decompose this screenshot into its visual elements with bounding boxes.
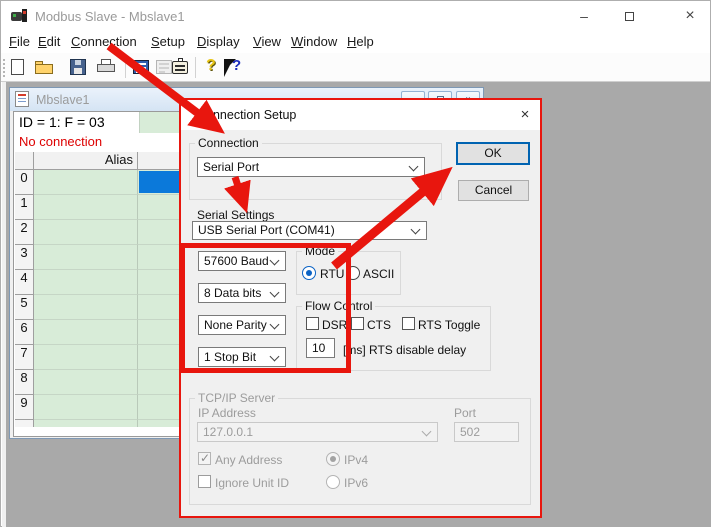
ok-button[interactable]: OK (456, 142, 530, 165)
ip-address-label: IP Address (198, 406, 256, 420)
ignore-unit-id-label: Ignore Unit ID (215, 476, 289, 490)
id-function-text: ID = 1: F = 03 (19, 114, 105, 130)
minimize-button[interactable]: – (562, 1, 606, 31)
connection-type-select[interactable]: Serial Port (197, 157, 425, 177)
context-help-icon[interactable]: ? (222, 57, 244, 78)
rts-delay-label: [ms] RTS disable delay (343, 343, 466, 357)
rts-toggle-checkbox[interactable] (402, 317, 415, 330)
toolbar-separator (125, 57, 126, 78)
new-file-icon[interactable] (7, 57, 29, 78)
toolbar-grip (3, 59, 6, 77)
menu-bar: File Edit Connection Setup Display View … (1, 31, 710, 53)
close-icon: × (521, 106, 530, 123)
ascii-label: ASCII (363, 267, 394, 281)
radio-dot-icon (330, 456, 336, 462)
connection-group-label: Connection (195, 136, 262, 150)
row-header: 1 (15, 195, 34, 220)
dialog-close-button[interactable]: × (514, 105, 536, 125)
port-input: 502 (454, 422, 519, 442)
print-icon[interactable] (95, 57, 117, 78)
window-title: Modbus Slave - Mbslave1 (35, 9, 185, 24)
connection-type-value: Serial Port (203, 160, 259, 174)
alias-cell[interactable] (34, 395, 138, 420)
row-header: 7 (15, 345, 34, 370)
any-address-label: Any Address (215, 453, 282, 467)
app-icon (10, 8, 27, 24)
cts-label: CTS (367, 318, 391, 332)
serial-port-select[interactable]: USB Serial Port (COM41) (192, 221, 427, 240)
modbus-slave-window: Modbus Slave - Mbslave1 – × File Edit Co… (0, 0, 711, 527)
title-bar: Modbus Slave - Mbslave1 – × (1, 1, 710, 31)
open-file-icon[interactable] (33, 57, 55, 78)
menu-help[interactable]: Help (347, 34, 374, 49)
alias-cell[interactable] (34, 370, 138, 395)
row-header: 8 (15, 370, 34, 395)
menu-file[interactable]: File (9, 34, 30, 49)
alias-cell[interactable] (34, 320, 138, 345)
maximize-button[interactable] (608, 1, 652, 31)
help-icon[interactable]: ? (201, 57, 223, 78)
tcpip-group-label: TCP/IP Server (195, 391, 278, 405)
row-header: 5 (15, 295, 34, 320)
dialog-title-bar: Connection Setup × (181, 100, 540, 130)
rts-toggle-label: RTS Toggle (418, 318, 480, 332)
menu-edit[interactable]: Edit (38, 34, 60, 49)
menu-setup[interactable]: Setup (151, 34, 185, 49)
ip-address-value: 127.0.0.1 (203, 425, 253, 439)
alias-cell[interactable] (34, 220, 138, 245)
serial-settings-label: Serial Settings (197, 208, 274, 222)
toolbar-separator (195, 57, 196, 78)
dialog-title: Connection Setup (197, 108, 296, 122)
minimize-icon: – (580, 8, 588, 24)
chevron-down-icon (409, 162, 419, 172)
ipv4-radio (326, 452, 340, 466)
alias-cell[interactable] (34, 270, 138, 295)
row-header: 2 (15, 220, 34, 245)
document-icon (15, 91, 29, 107)
corner-header-cell (15, 152, 34, 170)
ipv4-label: IPv4 (344, 453, 368, 467)
row-header: 3 (15, 245, 34, 270)
alias-cell[interactable] (34, 195, 138, 220)
ipv6-radio (326, 475, 340, 489)
alias-cell[interactable] (34, 295, 138, 320)
row-header: 6 (15, 320, 34, 345)
close-icon: × (685, 7, 694, 24)
menu-display[interactable]: Display (197, 34, 240, 49)
any-address-checkbox: ✓ (198, 452, 211, 465)
maximize-icon (625, 12, 634, 21)
menu-view[interactable]: View (253, 34, 281, 49)
save-file-icon[interactable] (67, 57, 89, 78)
ignore-unit-id-checkbox (198, 475, 211, 488)
communication-traffic-icon[interactable] (169, 57, 191, 78)
status-text: No connection (19, 134, 102, 149)
serial-settings-highlight-box (180, 243, 351, 373)
serial-port-value: USB Serial Port (COM41) (198, 223, 335, 237)
menu-window[interactable]: Window (291, 34, 337, 49)
ipv6-label: IPv6 (344, 476, 368, 490)
alias-cell[interactable] (34, 345, 138, 370)
check-icon: ✓ (200, 451, 210, 465)
document-title: Mbslave1 (36, 93, 90, 107)
alias-header-cell: Alias (34, 152, 138, 170)
alias-cell[interactable] (34, 245, 138, 270)
display-definition-icon[interactable] (130, 57, 152, 78)
chevron-down-icon (422, 427, 432, 437)
toolbar: ? ? (1, 53, 710, 82)
close-button[interactable]: × (668, 1, 711, 31)
row-header: 4 (15, 270, 34, 295)
menu-connection[interactable]: Connection (71, 34, 137, 49)
chevron-down-icon (411, 225, 421, 235)
ip-address-select: 127.0.0.1 (197, 422, 438, 442)
alias-cell[interactable] (34, 170, 138, 195)
row-header: 0 (15, 170, 34, 195)
cancel-button[interactable]: Cancel (458, 180, 529, 201)
port-label: Port (454, 406, 476, 420)
row-header: 9 (15, 395, 34, 420)
cts-checkbox[interactable] (351, 317, 364, 330)
